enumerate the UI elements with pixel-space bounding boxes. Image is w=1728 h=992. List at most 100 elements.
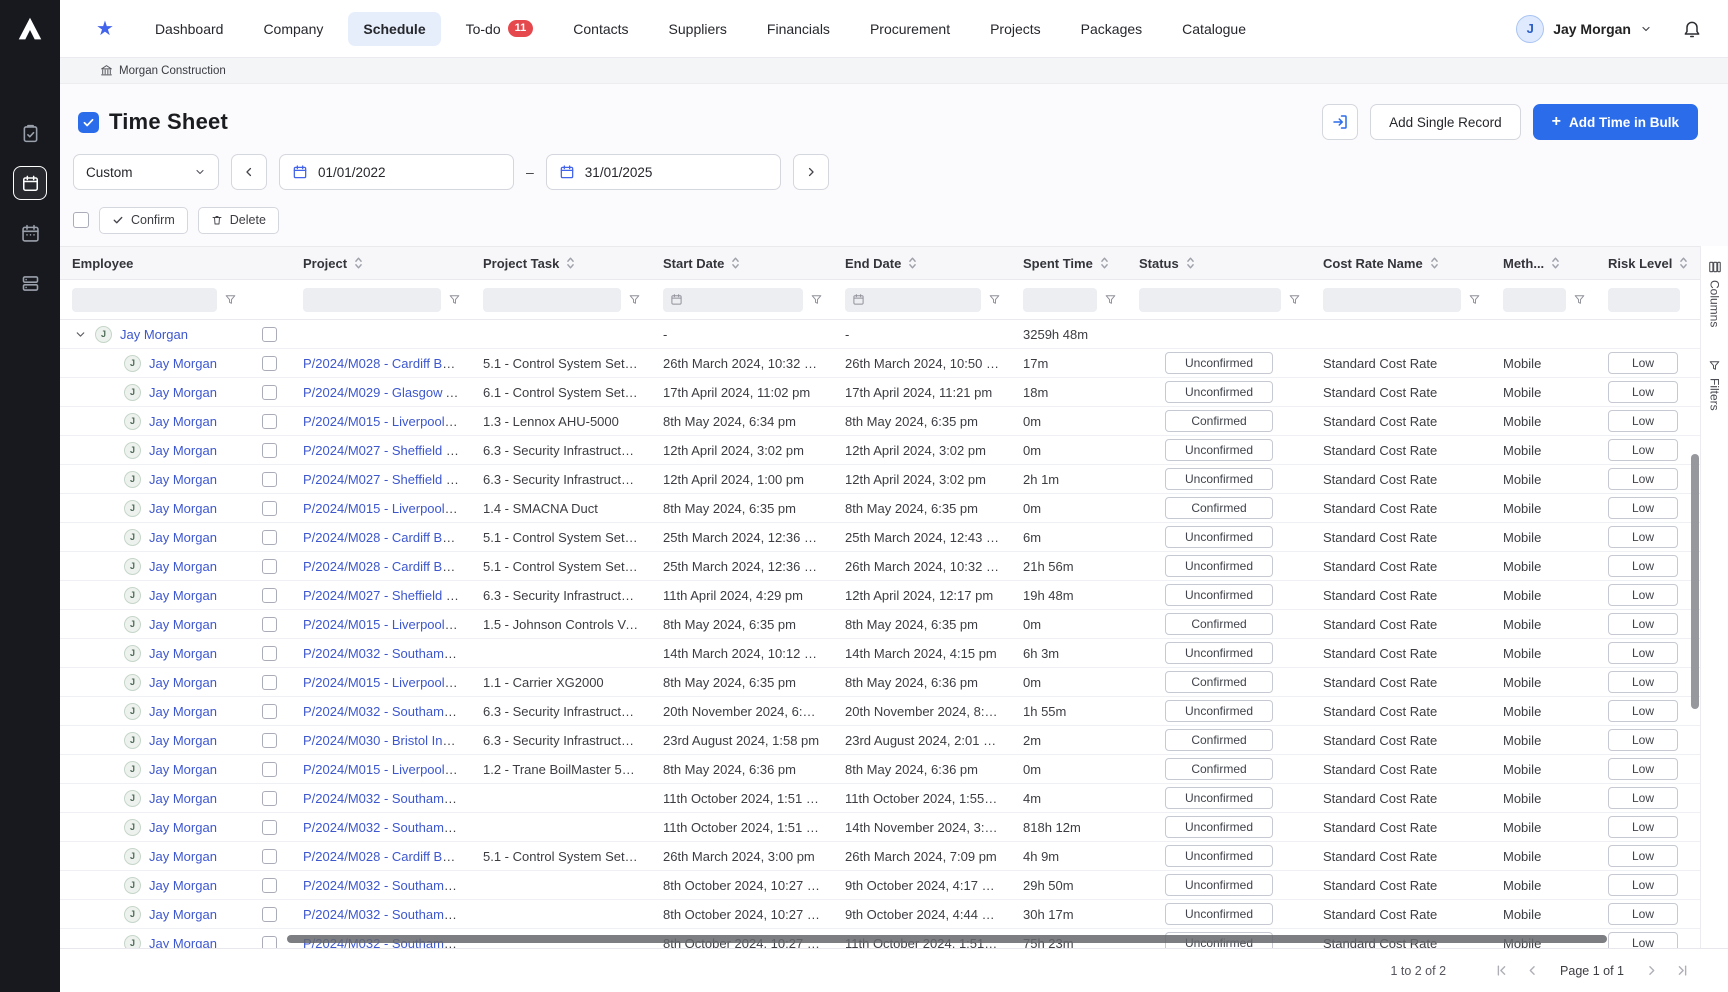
row-checkbox[interactable]	[262, 820, 277, 835]
filter-project-funnel-icon[interactable]	[448, 293, 461, 306]
delete-button[interactable]: Delete	[198, 207, 279, 234]
filter-status-funnel-icon[interactable]	[1288, 293, 1301, 306]
filter-cost-rate-name-input[interactable]	[1323, 288, 1461, 312]
table-row[interactable]: JJay MorganP/2024/M015 - Liverpool A...1…	[60, 494, 1700, 523]
row-checkbox[interactable]	[262, 849, 277, 864]
app-logo[interactable]	[0, 0, 60, 58]
sort-icon[interactable]	[731, 256, 740, 270]
row-checkbox[interactable]	[262, 733, 277, 748]
sidebar-item-tasks-icon[interactable]	[13, 116, 47, 150]
employee-name-link[interactable]: Jay Morgan	[149, 762, 217, 777]
columns-panel-tab[interactable]: Columns	[1706, 252, 1724, 335]
table-row[interactable]: JJay MorganP/2024/M030 - Bristol Inte...…	[60, 726, 1700, 755]
project-link[interactable]: P/2024/M028 - Cardiff Ba...	[303, 559, 460, 574]
employee-name-link[interactable]: Jay Morgan	[149, 646, 217, 661]
table-row[interactable]: JJay MorganP/2024/M032 - Southampt...14t…	[60, 639, 1700, 668]
calendar-icon[interactable]	[852, 293, 865, 306]
row-checkbox[interactable]	[262, 356, 277, 371]
column-header-cost-rate-name[interactable]: Cost Rate Name	[1311, 256, 1491, 271]
table-row[interactable]: JJay MorganP/2024/M032 - Southampt...8th…	[60, 871, 1700, 900]
table-row[interactable]: JJay MorganP/2024/M028 - Cardiff Ba...5.…	[60, 349, 1700, 378]
row-checkbox[interactable]	[262, 762, 277, 777]
nav-item-contacts[interactable]: Contacts	[558, 12, 643, 46]
table-row[interactable]: JJay MorganP/2024/M015 - Liverpool A...1…	[60, 610, 1700, 639]
column-header-meth[interactable]: Meth...	[1491, 256, 1596, 271]
employee-name-link[interactable]: Jay Morgan	[149, 530, 217, 545]
employee-name-link[interactable]: Jay Morgan	[149, 356, 217, 371]
sidebar-item-equipment-icon[interactable]	[13, 266, 47, 300]
favorites-star-icon[interactable]: ★	[96, 19, 114, 39]
next-period-button[interactable]	[793, 154, 829, 190]
column-header-start-date[interactable]: Start Date	[651, 256, 833, 271]
project-link[interactable]: P/2024/M015 - Liverpool A...	[303, 675, 467, 690]
first-page-button[interactable]	[1494, 963, 1509, 978]
row-checkbox[interactable]	[262, 530, 277, 545]
employee-name-link[interactable]: Jay Morgan	[149, 443, 217, 458]
column-header-project-task[interactable]: Project Task	[471, 256, 651, 271]
filter-project-task-funnel-icon[interactable]	[628, 293, 641, 306]
filter-start-date-input[interactable]	[663, 288, 803, 312]
column-header-risk-level[interactable]: Risk Level	[1596, 256, 1690, 271]
employee-name-link[interactable]: Jay Morgan	[120, 327, 188, 342]
sort-icon[interactable]	[1430, 256, 1439, 270]
filter-method-input[interactable]	[1503, 288, 1566, 312]
row-checkbox[interactable]	[262, 675, 277, 690]
sort-icon[interactable]	[1186, 256, 1195, 270]
project-link[interactable]: P/2024/M029 - Glasgow A...	[303, 385, 465, 400]
nav-item-dashboard[interactable]: Dashboard	[140, 12, 239, 46]
table-row[interactable]: JJay MorganP/2024/M028 - Cardiff Ba...5.…	[60, 842, 1700, 871]
notifications-bell-icon[interactable]	[1682, 19, 1702, 39]
filter-spent-time-input[interactable]	[1023, 288, 1097, 312]
employee-name-link[interactable]: Jay Morgan	[149, 472, 217, 487]
vertical-scrollbar[interactable]	[1691, 454, 1699, 709]
table-row[interactable]: JJay MorganP/2024/M028 - Cardiff Ba...5.…	[60, 552, 1700, 581]
employee-name-link[interactable]: Jay Morgan	[149, 559, 217, 574]
employee-name-link[interactable]: Jay Morgan	[149, 501, 217, 516]
table-row[interactable]: JJay MorganP/2024/M032 - Southampt...8th…	[60, 900, 1700, 929]
project-link[interactable]: P/2024/M032 - Southampt...	[303, 646, 466, 661]
filter-employee-funnel-icon[interactable]	[224, 293, 237, 306]
filter-project-input[interactable]	[303, 288, 441, 312]
prev-period-button[interactable]	[231, 154, 267, 190]
horizontal-scrollbar[interactable]	[287, 935, 1607, 943]
table-row[interactable]: JJay MorganP/2024/M032 - Southampt...6.3…	[60, 697, 1700, 726]
row-checkbox[interactable]	[262, 501, 277, 516]
date-preset-select[interactable]: Custom	[73, 154, 219, 190]
add-single-record-button[interactable]: Add Single Record	[1370, 104, 1521, 140]
project-link[interactable]: P/2024/M027 - Sheffield E...	[303, 588, 465, 603]
sidebar-item-timesheet-icon[interactable]	[13, 166, 47, 200]
employee-name-link[interactable]: Jay Morgan	[149, 675, 217, 690]
employee-name-link[interactable]: Jay Morgan	[149, 588, 217, 603]
sort-icon[interactable]	[1551, 256, 1560, 270]
project-link[interactable]: P/2024/M032 - Southampt...	[303, 791, 466, 806]
sidebar-item-calendar-icon[interactable]	[13, 216, 47, 250]
row-checkbox[interactable]	[262, 472, 277, 487]
next-page-button[interactable]	[1644, 963, 1659, 978]
export-button[interactable]	[1322, 104, 1358, 140]
filter-method-funnel-icon[interactable]	[1573, 293, 1586, 306]
filters-panel-tab[interactable]: Filters	[1706, 351, 1724, 419]
column-header-project[interactable]: Project	[291, 256, 471, 271]
project-link[interactable]: P/2024/M015 - Liverpool A...	[303, 501, 467, 516]
employee-name-link[interactable]: Jay Morgan	[149, 414, 217, 429]
nav-item-procurement[interactable]: Procurement	[855, 12, 965, 46]
table-row[interactable]: JJay MorganP/2024/M032 - Southampt...11t…	[60, 813, 1700, 842]
employee-name-link[interactable]: Jay Morgan	[149, 617, 217, 632]
nav-item-schedule[interactable]: Schedule	[348, 12, 440, 46]
date-to-input[interactable]: 31/01/2025	[546, 154, 781, 190]
breadcrumb[interactable]: Morgan Construction	[60, 58, 1728, 84]
column-header-end-date[interactable]: End Date	[833, 256, 1011, 271]
filter-end-date-input[interactable]	[845, 288, 981, 312]
filter-start-date-funnel-icon[interactable]	[810, 293, 823, 306]
filter-risk-level-input[interactable]	[1608, 288, 1680, 312]
row-checkbox[interactable]	[262, 936, 277, 949]
nav-item-company[interactable]: Company	[248, 12, 338, 46]
row-checkbox[interactable]	[262, 327, 277, 342]
table-row[interactable]: JJay MorganP/2024/M027 - Sheffield E...6…	[60, 465, 1700, 494]
employee-group-row[interactable]: JJay Morgan--3259h 48m	[60, 320, 1700, 349]
table-row[interactable]: JJay MorganP/2024/M029 - Glasgow A...6.1…	[60, 378, 1700, 407]
employee-name-link[interactable]: Jay Morgan	[149, 849, 217, 864]
date-from-input[interactable]: 01/01/2022	[279, 154, 514, 190]
project-link[interactable]: P/2024/M027 - Sheffield E...	[303, 443, 465, 458]
nav-item-packages[interactable]: Packages	[1066, 12, 1157, 46]
